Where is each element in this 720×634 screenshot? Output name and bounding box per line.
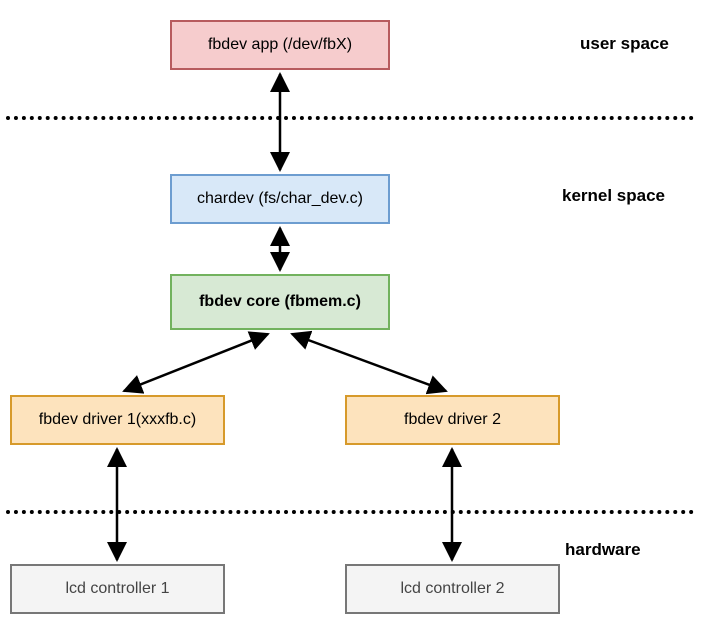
box-fbdev-driver2: fbdev driver 2: [345, 395, 560, 445]
box-lcd-controller2: lcd controller 2: [345, 564, 560, 614]
label-kernel-space: kernel space: [562, 186, 665, 206]
divider-kernel-hardware: [6, 510, 694, 514]
divider-user-kernel: [6, 116, 694, 120]
label-hardware: hardware: [565, 540, 641, 560]
box-lcd-controller1: lcd controller 1: [10, 564, 225, 614]
box-fbdev-core: fbdev core (fbmem.c): [170, 274, 390, 330]
box-chardev: chardev (fs/char_dev.c): [170, 174, 390, 224]
arrow-core-driver2: [292, 334, 446, 391]
label-user-space: user space: [580, 34, 669, 54]
box-fbdev-driver1: fbdev driver 1(xxxfb.c): [10, 395, 225, 445]
arrow-core-driver1: [124, 334, 268, 391]
box-fbdev-app: fbdev app (/dev/fbX): [170, 20, 390, 70]
